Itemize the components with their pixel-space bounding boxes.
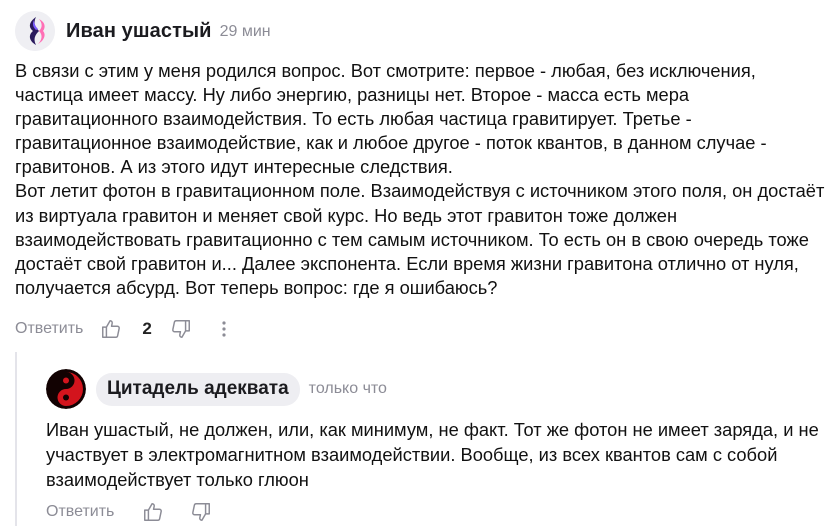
thumbs-down-icon — [171, 320, 190, 338]
thumbs-down-icon — [192, 503, 211, 521]
reply-text: Иван ушастый, не должен, или, как миниму… — [46, 419, 819, 490]
thumbs-up-icon — [144, 503, 163, 521]
more-options-button[interactable] — [220, 319, 228, 339]
avatar-image — [15, 11, 55, 51]
reply-author[interactable]: Цитадель адеквата — [96, 372, 300, 406]
avatar[interactable] — [46, 369, 86, 409]
reply-actions: Ответить — [46, 499, 212, 525]
comment-actions: Ответить 2 — [15, 316, 228, 342]
thread-line — [15, 352, 17, 526]
like-button[interactable] — [142, 501, 164, 523]
reply-header: Цитадель адеквата только что — [46, 369, 387, 409]
comment-header: Иван ушастый 29 мин — [15, 11, 271, 51]
reply-timestamp: только что — [308, 380, 387, 397]
thumbs-up-icon — [102, 320, 121, 338]
yin-yang-avatar-icon — [46, 369, 86, 409]
dislike-button[interactable] — [170, 318, 192, 340]
dislike-button[interactable] — [190, 501, 212, 523]
comments-page: Иван ушастый 29 мин В связи с этим у мен… — [0, 0, 831, 526]
reply-button[interactable]: Ответить — [15, 320, 83, 338]
like-button[interactable] — [100, 318, 122, 340]
comment-author[interactable]: Иван ушастый — [66, 20, 212, 43]
comment-timestamp: 29 мин — [219, 23, 271, 40]
reply-button[interactable]: Ответить — [46, 503, 114, 521]
like-count: 2 — [142, 319, 152, 338]
avatar[interactable] — [15, 11, 55, 51]
more-vertical-icon — [222, 321, 226, 337]
comment-text: В связи с этим у меня родился вопрос. Во… — [15, 60, 825, 298]
